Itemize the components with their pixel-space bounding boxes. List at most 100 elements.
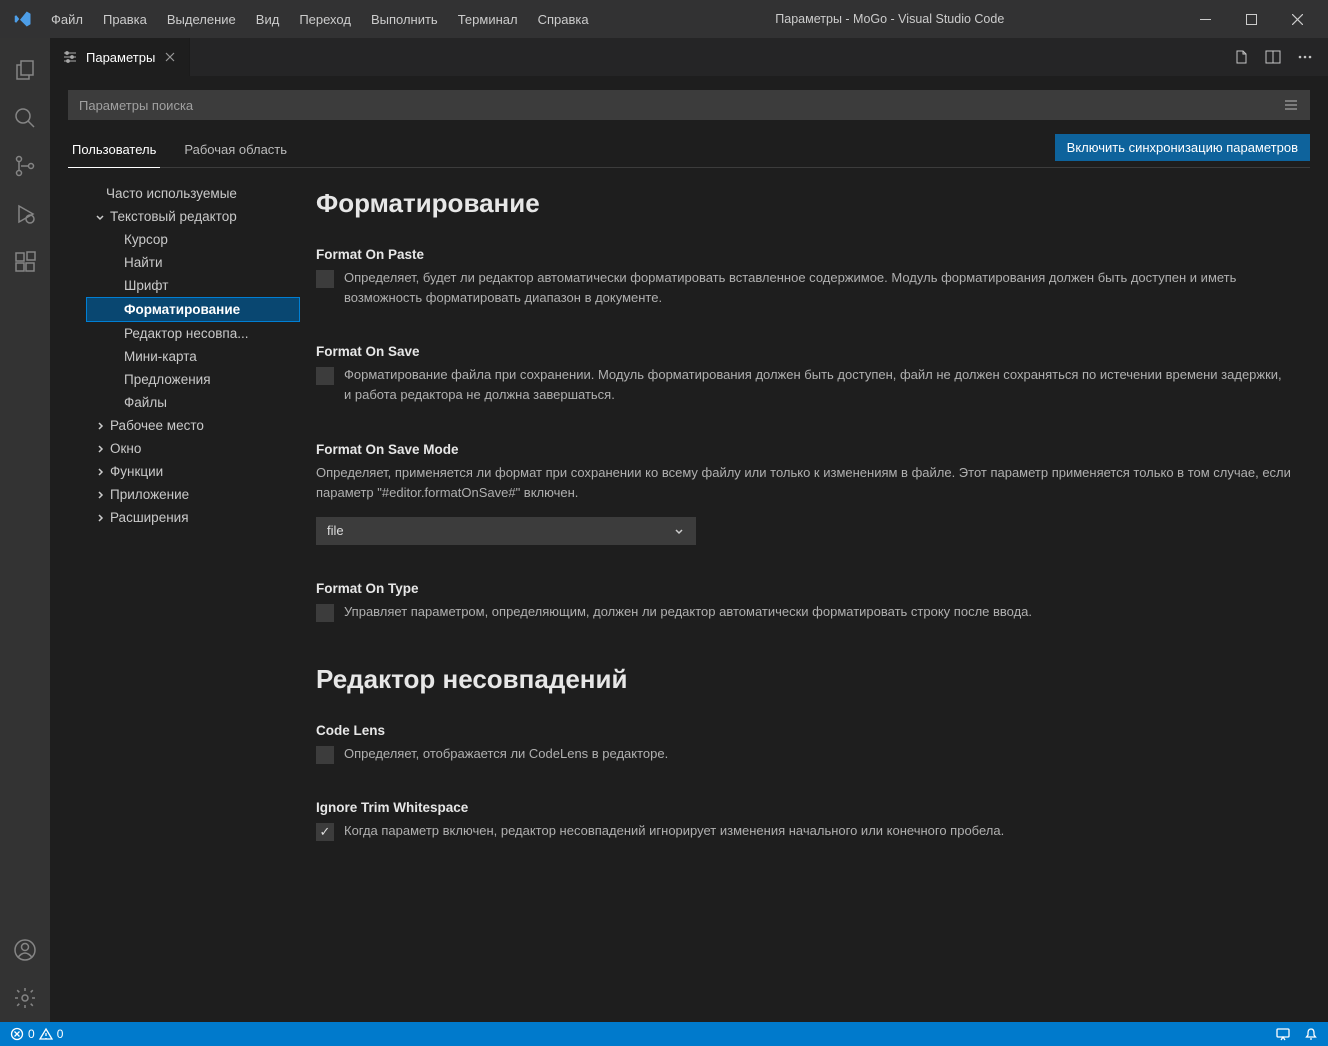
minimize-button[interactable] — [1182, 0, 1228, 38]
search-icon[interactable] — [0, 94, 50, 142]
menu-selection[interactable]: Выделение — [158, 6, 245, 33]
settings-gear-icon[interactable] — [0, 974, 50, 1022]
toc-suggestions[interactable]: Предложения — [86, 368, 300, 391]
more-actions-icon[interactable] — [1292, 44, 1318, 70]
status-bell-icon[interactable] — [1304, 1027, 1318, 1041]
menu-bar: Файл Правка Выделение Вид Переход Выполн… — [42, 6, 598, 33]
close-button[interactable] — [1274, 0, 1320, 38]
setting-title: Code Lens — [316, 723, 1292, 738]
scope-user-tab[interactable]: Пользователь — [68, 134, 160, 168]
toc-label: Функции — [110, 464, 163, 479]
settings-search-input[interactable]: Параметры поиска — [68, 90, 1310, 120]
setting-description: Определяет, отображается ли CodeLens в р… — [344, 744, 668, 764]
setting-format-on-type: Format On Type Управляет параметром, опр… — [316, 581, 1292, 622]
menu-go[interactable]: Переход — [290, 6, 360, 33]
setting-format-on-save-mode: Format On Save Mode Определяет, применяе… — [316, 442, 1292, 545]
checkbox[interactable] — [316, 746, 334, 764]
activity-bar — [0, 38, 50, 1022]
toc-extensions[interactable]: Расширения — [86, 506, 300, 529]
toc-formatting[interactable]: Форматирование — [86, 297, 300, 322]
toc-minimap[interactable]: Мини-карта — [86, 345, 300, 368]
status-problems[interactable]: 0 0 — [10, 1027, 63, 1041]
tab-settings[interactable]: Параметры — [50, 38, 190, 76]
source-control-icon[interactable] — [0, 142, 50, 190]
section-formatting: Форматирование — [316, 188, 1292, 219]
setting-description: Управляет параметром, определяющим, долж… — [344, 602, 1032, 622]
chevron-right-icon — [92, 512, 108, 524]
vscode-logo-icon — [14, 10, 32, 28]
checkbox[interactable] — [316, 270, 334, 288]
settings-tab-icon — [62, 49, 78, 65]
toc-find[interactable]: Найти — [86, 251, 300, 274]
status-feedback-icon[interactable] — [1276, 1027, 1290, 1041]
setting-description: Когда параметр включен, редактор несовпа… — [344, 821, 1004, 841]
extensions-icon[interactable] — [0, 238, 50, 286]
window-controls — [1182, 0, 1320, 38]
checkbox[interactable] — [316, 367, 334, 385]
status-errors: 0 — [28, 1027, 35, 1041]
toc-font[interactable]: Шрифт — [86, 274, 300, 297]
chevron-right-icon — [92, 420, 108, 432]
toc-label: Рабочее место — [110, 418, 204, 433]
chevron-right-icon — [92, 489, 108, 501]
toc-diffeditor[interactable]: Редактор несовпа... — [86, 322, 300, 345]
setting-description: Форматирование файла при сохранении. Мод… — [344, 365, 1292, 405]
setting-title: Format On Type — [316, 581, 1292, 596]
open-settings-json-icon[interactable] — [1228, 44, 1254, 70]
setting-title: Format On Save — [316, 344, 1292, 359]
setting-format-on-save: Format On Save Форматирование файла при … — [316, 344, 1292, 405]
search-placeholder: Параметры поиска — [79, 98, 193, 113]
toc-label: Приложение — [110, 487, 189, 502]
menu-help[interactable]: Справка — [529, 6, 598, 33]
filter-icon[interactable] — [1283, 97, 1299, 113]
toc-window[interactable]: Окно — [86, 437, 300, 460]
title-bar: Файл Правка Выделение Вид Переход Выполн… — [0, 0, 1328, 38]
settings-toc: Часто используемые Текстовый редактор Ку… — [68, 168, 300, 1022]
menu-terminal[interactable]: Терминал — [449, 6, 527, 33]
scope-tabs: Пользователь Рабочая область Включить си… — [68, 134, 1310, 168]
toc-label: Текстовый редактор — [110, 209, 237, 224]
tab-bar: Параметры — [50, 38, 1328, 76]
toc-text-editor[interactable]: Текстовый редактор — [86, 205, 300, 228]
scope-workspace-tab[interactable]: Рабочая область — [180, 134, 291, 167]
toc-application[interactable]: Приложение — [86, 483, 300, 506]
toc-label: Расширения — [110, 510, 189, 525]
accounts-icon[interactable] — [0, 926, 50, 974]
menu-edit[interactable]: Правка — [94, 6, 156, 33]
setting-title: Format On Save Mode — [316, 442, 1292, 457]
toc-label: Окно — [110, 441, 141, 456]
menu-file[interactable]: Файл — [42, 6, 92, 33]
tab-close-icon[interactable] — [163, 50, 177, 64]
chevron-right-icon — [92, 466, 108, 478]
toc-workbench[interactable]: Рабочее место — [86, 414, 300, 437]
toc-cursor[interactable]: Курсор — [86, 228, 300, 251]
window-title: Параметры - MoGo - Visual Studio Code — [598, 12, 1182, 26]
run-debug-icon[interactable] — [0, 190, 50, 238]
toc-features[interactable]: Функции — [86, 460, 300, 483]
dropdown-value: file — [327, 523, 344, 538]
sync-settings-button[interactable]: Включить синхронизацию параметров — [1055, 134, 1310, 161]
setting-title: Format On Paste — [316, 247, 1292, 262]
tab-label: Параметры — [86, 50, 155, 65]
maximize-button[interactable] — [1228, 0, 1274, 38]
chevron-right-icon — [92, 443, 108, 455]
status-bar: 0 0 — [0, 1022, 1328, 1046]
dropdown-format-on-save-mode[interactable]: file — [316, 517, 696, 545]
toc-files[interactable]: Файлы — [86, 391, 300, 414]
explorer-icon[interactable] — [0, 46, 50, 94]
menu-view[interactable]: Вид — [247, 6, 289, 33]
chevron-down-icon — [92, 211, 108, 223]
settings-content[interactable]: Форматирование Format On Paste Определяе… — [300, 168, 1310, 1022]
checkbox[interactable] — [316, 823, 334, 841]
chevron-down-icon — [673, 525, 685, 537]
split-editor-icon[interactable] — [1260, 44, 1286, 70]
setting-ignore-trim-whitespace: Ignore Trim Whitespace Когда параметр вк… — [316, 800, 1292, 841]
toc-frequently-used[interactable]: Часто используемые — [86, 182, 300, 205]
setting-format-on-paste: Format On Paste Определяет, будет ли ред… — [316, 247, 1292, 308]
setting-description: Определяет, будет ли редактор автоматиче… — [344, 268, 1292, 308]
status-warnings: 0 — [57, 1027, 64, 1041]
setting-description: Определяет, применяется ли формат при со… — [316, 463, 1292, 503]
menu-run[interactable]: Выполнить — [362, 6, 447, 33]
checkbox[interactable] — [316, 604, 334, 622]
setting-code-lens: Code Lens Определяет, отображается ли Co… — [316, 723, 1292, 764]
